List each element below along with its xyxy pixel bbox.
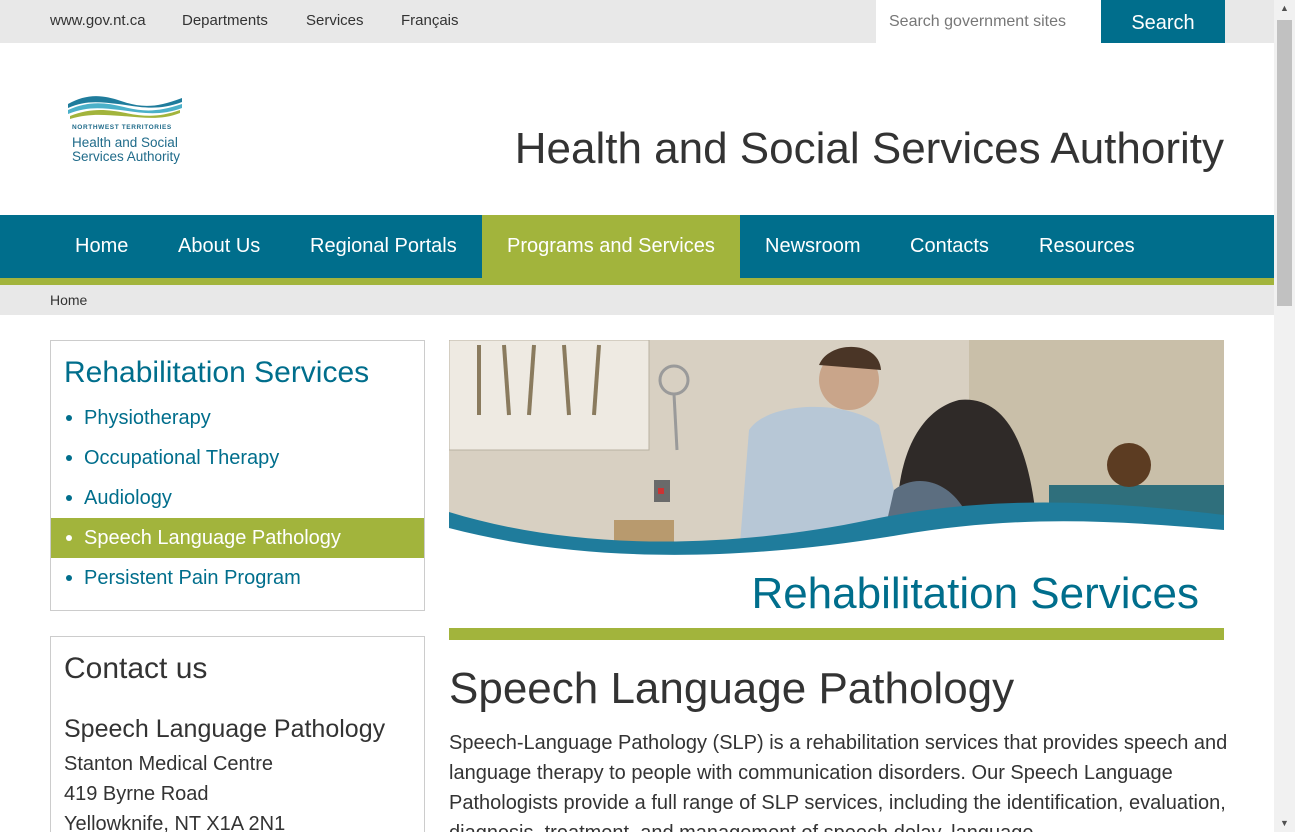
- bullet-icon: [66, 535, 72, 541]
- contact-address-line: 419 Byrne Road: [64, 783, 209, 805]
- nav-home[interactable]: Home: [50, 215, 153, 278]
- nav-programs-and-services[interactable]: Programs and Services: [482, 215, 740, 278]
- utility-bar: www.gov.nt.ca Departments Services Franç…: [0, 0, 1274, 43]
- body-paragraph: Speech-Language Pathology (SLP) is a reh…: [449, 732, 1228, 832]
- scrollbar[interactable]: ▲ ▼: [1274, 0, 1295, 832]
- bullet-icon: [66, 455, 72, 461]
- contact-heading: Contact us: [64, 652, 208, 685]
- services-link[interactable]: Services: [306, 12, 364, 29]
- site-logo[interactable]: NORTHWEST TERRITORIES Health and Social …: [66, 92, 186, 168]
- sidebar-heading[interactable]: Rehabilitation Services: [64, 356, 369, 390]
- banner-title: Rehabilitation Services: [751, 569, 1199, 618]
- scroll-down-icon[interactable]: ▼: [1274, 815, 1295, 832]
- nav-contacts[interactable]: Contacts: [885, 215, 1014, 278]
- breadcrumb: Home: [0, 285, 1274, 315]
- banner-image: [449, 340, 1224, 556]
- scroll-thumb[interactable]: [1277, 20, 1292, 306]
- wave-logo-icon: [68, 96, 182, 119]
- banner-accent-rule: [449, 628, 1224, 640]
- page-title: Speech Language Pathology: [449, 664, 1015, 713]
- nav-about-us[interactable]: About Us: [153, 215, 285, 278]
- site-title: Health and Social Services Authority: [514, 124, 1224, 173]
- nav-accent-strip: [0, 278, 1274, 285]
- main-nav: Home About Us Regional Portals Programs …: [0, 215, 1274, 278]
- sidebar-item-audiology[interactable]: Audiology: [51, 478, 424, 518]
- sidebar-item-label: Audiology: [84, 487, 172, 509]
- sidebar-item-occupational-therapy[interactable]: Occupational Therapy: [51, 438, 424, 478]
- contact-address-line: Stanton Medical Centre: [64, 753, 274, 775]
- logo-line-2: Services Authority: [72, 149, 181, 164]
- nav-regional-portals[interactable]: Regional Portals: [285, 215, 482, 278]
- sidebar-item-label: Speech Language Pathology: [84, 527, 341, 549]
- search-input[interactable]: [876, 0, 1101, 43]
- breadcrumb-home[interactable]: Home: [50, 292, 87, 308]
- sidebar-item-physiotherapy[interactable]: Physiotherapy: [51, 398, 424, 438]
- gov-link[interactable]: www.gov.nt.ca: [50, 12, 146, 29]
- contact-address-line: Yellowknife, NT X1A 2N1: [64, 813, 286, 832]
- bullet-icon: [66, 415, 72, 421]
- bullet-icon: [66, 495, 72, 501]
- nav-newsroom[interactable]: Newsroom: [740, 215, 886, 278]
- bullet-icon: [66, 575, 72, 581]
- search-button[interactable]: Search: [1101, 0, 1225, 43]
- sidebar-item-speech-language-pathology[interactable]: Speech Language Pathology: [51, 518, 424, 558]
- departments-link[interactable]: Departments: [182, 12, 268, 29]
- sidebar-item-label: Occupational Therapy: [84, 447, 280, 469]
- logo-small-text: NORTHWEST TERRITORIES: [72, 124, 172, 131]
- francais-link[interactable]: Français: [401, 12, 459, 29]
- logo-line-1: Health and Social: [72, 135, 178, 150]
- sidebar-item-persistent-pain-program[interactable]: Persistent Pain Program: [51, 558, 424, 598]
- contact-subheading: Speech Language Pathology: [64, 715, 386, 743]
- contact-box: Contact us Speech Language Pathology Sta…: [50, 636, 425, 832]
- sidebar-nav: Rehabilitation Services Physiotherapy Oc…: [50, 340, 425, 611]
- scroll-up-icon[interactable]: ▲: [1274, 0, 1295, 17]
- nav-resources[interactable]: Resources: [1014, 215, 1160, 278]
- sidebar-item-label: Persistent Pain Program: [84, 567, 301, 589]
- clinic-photo-illustration: [449, 340, 1224, 556]
- sidebar-item-label: Physiotherapy: [84, 407, 211, 429]
